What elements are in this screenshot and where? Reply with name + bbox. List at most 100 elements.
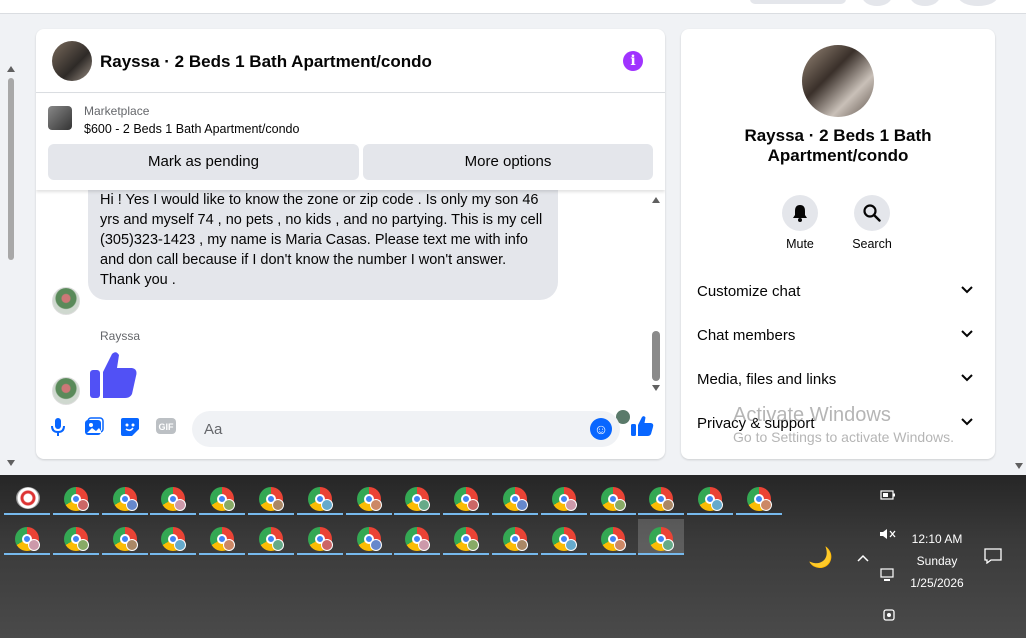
- scroll-up-arrow[interactable]: [7, 66, 15, 72]
- menu-button[interactable]: [862, 0, 892, 6]
- bell-icon[interactable]: [782, 195, 818, 231]
- microphone-icon[interactable]: [46, 417, 70, 441]
- taskbar-chrome-window-button[interactable]: [589, 519, 636, 555]
- message-composer: GIF ☺: [36, 401, 665, 459]
- clock-time: 12:10 AM: [911, 532, 963, 546]
- chat-members-label: Chat members: [697, 327, 796, 344]
- show-hidden-icons-chevron-up-icon[interactable]: [857, 551, 869, 565]
- profile-badge-icon: [272, 539, 284, 551]
- conversation-details-panel: Rayssa · 2 Beds 1 Bath Apartment/condo M…: [681, 29, 995, 459]
- profile-badge-icon: [760, 499, 772, 511]
- taskbar-chrome-window-button[interactable]: [150, 519, 197, 555]
- profile-badge-icon: [320, 539, 333, 551]
- photo-icon[interactable]: [82, 417, 106, 441]
- taskbar-chrome-window-button[interactable]: [4, 519, 50, 555]
- taskbar-chrome-window-button[interactable]: [345, 479, 392, 515]
- app-icon: [16, 487, 40, 509]
- taskbar-chrome-window-button[interactable]: [101, 519, 148, 555]
- mark-as-pending-button[interactable]: Mark as pending: [48, 144, 359, 180]
- activate-windows-watermark: Activate Windows Go to Settings to activ…: [733, 404, 954, 445]
- taskbar-chrome-window-button[interactable]: [443, 479, 490, 515]
- message-input-wrapper: ☺: [192, 411, 620, 447]
- top-search-pill[interactable]: [750, 0, 846, 4]
- battery-icon[interactable]: [880, 489, 896, 503]
- chat-scrollbar-thumb[interactable]: [652, 331, 660, 381]
- sticker-icon[interactable]: [118, 417, 142, 441]
- profile-badge-icon: [369, 539, 382, 551]
- search-icon[interactable]: [854, 195, 890, 231]
- sender-avatar[interactable]: [52, 287, 80, 315]
- profile-badge-icon: [28, 539, 40, 551]
- search-label: Search: [852, 237, 892, 251]
- taskbar-chrome-window-button[interactable]: [52, 519, 99, 555]
- conversation-title: Rayssa · 2 Beds 1 Bath Apartment/condo: [744, 126, 932, 165]
- taskbar-chrome-window-button[interactable]: [199, 519, 246, 555]
- thumbs-up-sticker-graphic: [90, 352, 137, 398]
- taskbar-chrome-window-button[interactable]: [150, 479, 197, 515]
- watermark-line-1: Activate Windows: [733, 404, 891, 426]
- taskbar-chrome-window-button[interactable]: [248, 479, 294, 515]
- window-scroll-down-arrow[interactable]: [1015, 463, 1023, 469]
- profile-badge-icon: [76, 499, 89, 511]
- taskbar-chrome-window-button[interactable]: [589, 479, 636, 515]
- message-list: Hi ! Yes I would like to know the zone o…: [36, 170, 651, 424]
- taskbar-chrome-window-button[interactable]: [736, 479, 782, 515]
- taskbar-chrome-window-button[interactable]: [492, 479, 538, 515]
- volume-muted-icon[interactable]: [879, 528, 897, 543]
- customize-chat-row[interactable]: Customize chat: [697, 271, 979, 311]
- media-files-links-row[interactable]: Media, files and links: [697, 359, 979, 399]
- taskbar-chrome-window-button[interactable]: [199, 479, 246, 515]
- taskbar-chrome-window-button[interactable]: [248, 519, 294, 555]
- network-icon[interactable]: [880, 568, 898, 585]
- taskbar-chrome-window-button[interactable]: [638, 519, 685, 555]
- profile-badge-icon: [418, 499, 431, 511]
- chat-scrollbar[interactable]: [650, 195, 662, 391]
- meet-now-icon[interactable]: [882, 607, 896, 626]
- taskbar-chrome-window-button[interactable]: [296, 519, 343, 555]
- more-options-button[interactable]: More options: [363, 144, 653, 180]
- window-scrollbar[interactable]: [1012, 0, 1026, 475]
- clock-date: 1/25/2026: [910, 576, 964, 590]
- emoji-icon[interactable]: ☺: [590, 418, 612, 440]
- moon-icon[interactable]: 🌙: [808, 545, 833, 570]
- message-input[interactable]: [204, 411, 584, 447]
- taskbar-chrome-window-button[interactable]: [52, 479, 99, 515]
- system-clock[interactable]: 12:10 AM Sunday 1/25/2026: [900, 528, 974, 594]
- taskbar-chrome-window-button[interactable]: [540, 519, 587, 555]
- send-like-icon[interactable]: [630, 415, 654, 443]
- watermark-line-2: Go to Settings to activate Windows.: [733, 429, 954, 445]
- chat-members-row[interactable]: Chat members: [697, 315, 979, 355]
- gif-icon[interactable]: GIF: [154, 417, 178, 441]
- scroll-down-arrow[interactable]: [7, 460, 15, 466]
- listing-avatar[interactable]: [52, 41, 92, 81]
- info-icon[interactable]: i: [623, 51, 643, 71]
- page-scrollbar[interactable]: [4, 62, 18, 470]
- listing-thumbnail[interactable]: [48, 106, 72, 130]
- account-button[interactable]: [958, 0, 998, 6]
- conversation-avatar[interactable]: [802, 45, 874, 117]
- taskbar-chrome-window-button[interactable]: [394, 479, 441, 515]
- scrollbar-thumb[interactable]: [8, 78, 14, 260]
- chat-scroll-down-arrow[interactable]: [652, 385, 660, 391]
- taskbar-chrome-window-button[interactable]: [394, 519, 441, 555]
- listing-price-title[interactable]: $600 - 2 Beds 1 Bath Apartment/condo: [84, 122, 299, 136]
- profile-badge-icon: [272, 499, 284, 511]
- taskbar-chrome-window-button[interactable]: [540, 479, 587, 515]
- notification-center-icon[interactable]: [984, 548, 1002, 567]
- taskbar-chrome-window-button[interactable]: [296, 479, 343, 515]
- search-action[interactable]: Search: [842, 195, 902, 251]
- taskbar-chrome-window-button[interactable]: [345, 519, 392, 555]
- taskbar-app-button[interactable]: [4, 479, 50, 515]
- taskbar-chrome-window-button[interactable]: [687, 479, 734, 515]
- chevron-down-icon: [961, 281, 973, 297]
- chat-scroll-up-arrow[interactable]: [652, 197, 660, 203]
- taskbar-chrome-window-button[interactable]: [101, 479, 148, 515]
- taskbar-chrome-window-button[interactable]: [492, 519, 538, 555]
- chat-title[interactable]: Rayssa · 2 Beds 1 Bath Apartment/condo: [100, 52, 432, 72]
- taskbar-chrome-window-button[interactable]: [638, 479, 685, 515]
- taskbar-chrome-window-button[interactable]: [443, 519, 490, 555]
- mute-label: Mute: [786, 237, 814, 251]
- profile-badge-icon: [662, 499, 675, 511]
- messenger-button[interactable]: [910, 0, 940, 6]
- mute-action[interactable]: Mute: [770, 195, 830, 251]
